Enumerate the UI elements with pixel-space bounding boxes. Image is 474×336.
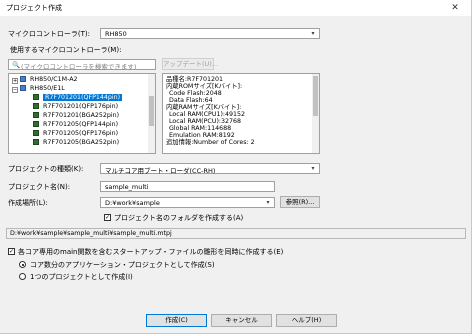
radio-single-project[interactable] [19,273,26,280]
project-path-box: D:¥work¥sample¥sample_multi¥sample_multi… [6,228,466,239]
dialog-title: プロジェクト作成 [6,4,62,12]
chip-icon [33,103,39,109]
use-mcu-label: 使用するマイクロコントローラ(M): [10,46,122,54]
tree-item[interactable]: R7F701205(BGA252pin) [33,138,119,147]
tree-item[interactable]: − RH850/E1L [12,84,65,93]
chevron-down-icon: ▾ [311,30,315,37]
mcu-tree[interactable]: + RH850/C1M-A2 − RH850/E1L R7F701201(QFP14… [8,73,156,154]
mcu-details-panel: 品種名:R7F701201 内蔵ROMサイズ[Kバイト]: Code Flash… [162,73,320,154]
chip-icon [33,94,39,100]
chip-icon [33,121,39,127]
details-scroll-thumb[interactable] [313,76,318,116]
tree-scrollbar[interactable] [148,74,155,153]
chip-icon [33,139,39,145]
detail-line: 品種名:R7F701201 [166,76,224,83]
title-bar: プロジェクト作成 ✕ [0,0,471,16]
chip-icon [33,130,39,136]
detail-line: Local RAM(PCU):32768 [169,118,242,125]
location-label: 作成場所(L): [8,199,48,207]
search-placeholder: (マイクロコントローラを検索できます) [21,63,137,71]
radio-single-label: 1つのプロジェクトとして作成(I) [30,273,133,281]
make-folder-checkbox[interactable]: ✓ [104,214,111,221]
tree-scroll-thumb[interactable] [149,96,154,126]
create-main-label: 各コア専用のmain関数を含むスタートアップ・ファイルの雛形を同時に作成する(E… [18,248,284,256]
project-type-value: マルチコア用ブート・ローダ(CC-RH) [105,167,216,175]
collapse-icon[interactable]: − [12,87,18,93]
search-icon: 🔍 [12,61,21,69]
radio-app-projects[interactable] [19,261,26,268]
detail-line: Local RAM(CPU1):49152 [169,111,246,118]
tree-item[interactable]: R7F701205(QFP176pin) [33,129,118,138]
tree-item[interactable]: + RH850/C1M-A2 [12,75,78,84]
update-button[interactable]: アップデート(U)... [162,58,218,70]
mcu-select[interactable]: RH850 ▾ [100,28,320,39]
project-path: D:¥work¥sample¥sample_multi¥sample_multi… [10,230,172,237]
details-scrollbar[interactable] [312,74,319,153]
tree-item[interactable]: R7F701205(QFP144pin) [33,120,118,129]
tree-item[interactable]: R7F701201(QFP176pin) [33,102,118,111]
detail-line: 追加情報:Number of Cores: 2 [166,139,255,146]
detail-line: Code Flash:2048 [169,90,222,97]
chevron-down-icon: ▾ [311,165,315,172]
project-type-select[interactable]: マルチコア用ブート・ローダ(CC-RH) ▾ [100,163,320,175]
location-select[interactable]: D:¥work¥sample ▾ [100,197,275,208]
project-name-value: sample_multi [105,183,149,191]
chip-icon [33,112,39,118]
project-name-input[interactable]: sample_multi [100,181,275,192]
browse-button[interactable]: 参照(R)... [280,196,320,208]
chip-group-icon [20,85,26,91]
detail-line: 内蔵ROMサイズ[Kバイト]: [166,83,243,90]
create-button[interactable]: 作成(C) [146,314,207,327]
chevron-down-icon: ▾ [266,199,270,206]
close-icon[interactable]: ✕ [443,1,467,15]
project-name-label: プロジェクト名(N): [8,183,71,191]
detail-line: 内蔵RAMサイズ[Kバイト]: [166,104,242,111]
detail-line: Emulation RAM:8192 [169,132,235,139]
radio-app-label: コア数分のアプリケーション・プロジェクトとして作成(S) [30,261,215,269]
help-button[interactable]: ヘルプ(H) [276,314,337,327]
tree-item[interactable]: R7F701201(BGA252pin) [33,111,119,120]
cancel-button[interactable]: キャンセル [211,314,272,327]
make-folder-label: プロジェクト名のフォルダを作成する(A) [114,214,244,222]
mcu-label: マイクロコントローラ(T): [8,30,90,38]
mcu-search-input[interactable]: 🔍 (マイクロコントローラを検索できます) [8,59,156,71]
create-main-checkbox[interactable]: ✓ [8,248,15,255]
detail-line: Global RAM:114688 [169,125,232,132]
detail-line: Data Flash:64 [169,97,213,104]
project-create-dialog: プロジェクト作成 ✕ マイクロコントローラ(T): RH850 ▾ 使用するマイ… [0,0,472,334]
mcu-select-value: RH850 [105,30,127,38]
project-type-label: プロジェクトの種類(K): [8,165,84,173]
tree-item[interactable]: R7F701201(QFP144pin) [33,93,123,102]
location-value: D:¥work¥sample [105,199,160,207]
chip-group-icon [20,76,26,82]
